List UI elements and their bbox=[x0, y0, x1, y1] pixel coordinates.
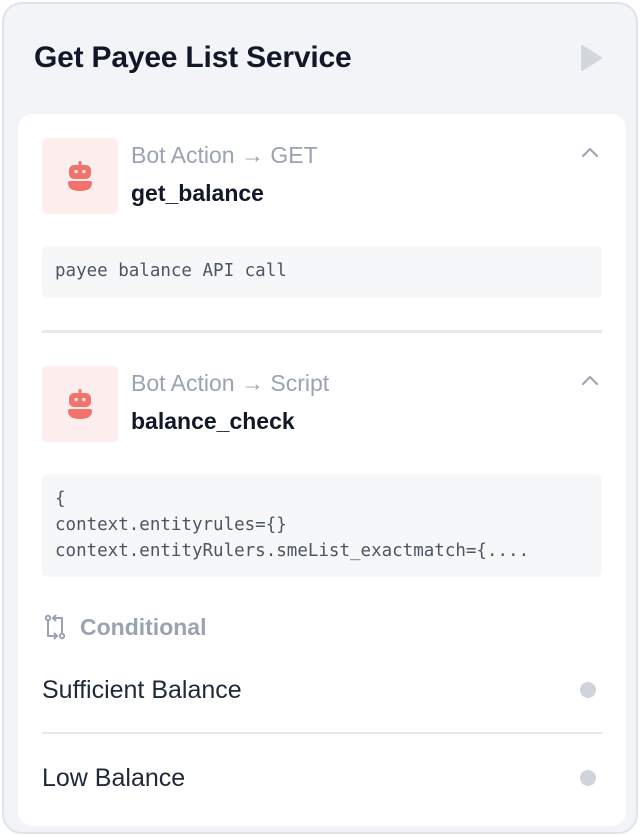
branch-label: Low Balance bbox=[42, 763, 186, 792]
connector-dot[interactable] bbox=[580, 770, 596, 786]
chevron-up-icon bbox=[582, 148, 598, 157]
collapse-button[interactable] bbox=[578, 368, 602, 392]
card-header: Get Payee List Service bbox=[4, 4, 636, 112]
collapse-button[interactable] bbox=[578, 140, 602, 164]
action-type: Bot Action → GET bbox=[131, 142, 318, 168]
connector-dot[interactable] bbox=[580, 682, 596, 698]
flow-card: Get Payee List Service Bot Action → GET … bbox=[2, 2, 638, 834]
action-header: Bot Action → GET get_balance bbox=[42, 138, 602, 214]
chevron-up-icon bbox=[582, 376, 598, 385]
divider bbox=[42, 732, 602, 734]
action-text: Bot Action → Script balance_check bbox=[131, 366, 578, 436]
script-code: { context.entityrules={} context.entityR… bbox=[42, 474, 602, 577]
conditional-label: Conditional bbox=[80, 613, 207, 640]
action-name: balance_check bbox=[131, 408, 295, 434]
page-title: Get Payee List Service bbox=[34, 41, 352, 74]
bot-tile bbox=[42, 138, 118, 214]
action-header: Bot Action → Script balance_check bbox=[42, 366, 602, 442]
action-text: Bot Action → GET get_balance bbox=[131, 138, 578, 208]
robot-icon bbox=[68, 161, 92, 191]
bot-action-script[interactable]: Bot Action → Script balance_check { cont… bbox=[42, 366, 602, 577]
branch-sufficient-balance[interactable]: Sufficient Balance bbox=[42, 660, 602, 720]
branch-icon bbox=[44, 614, 66, 640]
play-icon bbox=[581, 45, 602, 71]
run-button[interactable] bbox=[576, 43, 606, 73]
divider bbox=[42, 330, 602, 333]
branch-label: Sufficient Balance bbox=[42, 675, 242, 704]
conditional-header: Conditional bbox=[42, 612, 206, 642]
branch-low-balance[interactable]: Low Balance bbox=[42, 748, 602, 808]
bot-tile bbox=[42, 366, 118, 442]
action-name: get_balance bbox=[131, 180, 264, 206]
robot-icon bbox=[68, 389, 92, 419]
action-description: payee balance API call bbox=[42, 246, 602, 298]
bot-action-get[interactable]: Bot Action → GET get_balance payee balan… bbox=[42, 138, 602, 298]
actions-panel: Bot Action → GET get_balance payee balan… bbox=[18, 114, 626, 826]
action-type: Bot Action → Script bbox=[131, 370, 330, 396]
